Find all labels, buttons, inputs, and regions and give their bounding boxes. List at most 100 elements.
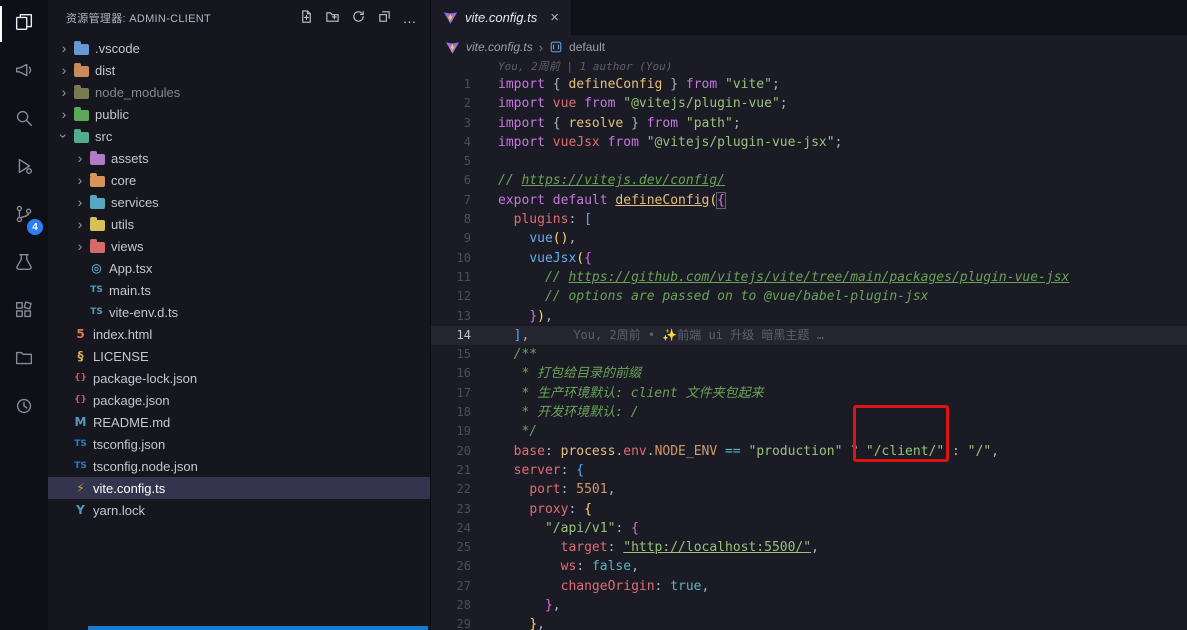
code-line-2[interactable]: 2import vue from "@vitejs/plugin-vue"; xyxy=(431,94,1187,113)
activity-search-button[interactable] xyxy=(0,96,48,144)
tree-item-index-html[interactable]: 5index.html xyxy=(48,323,430,345)
more-actions-button[interactable]: … xyxy=(400,8,420,28)
tree-item-vite-env-d-ts[interactable]: TSvite-env.d.ts xyxy=(48,301,430,323)
tree-item-assets[interactable]: ›assets xyxy=(48,147,430,169)
tree-item-tsconfig-json[interactable]: TStsconfig.json xyxy=(48,433,430,455)
code-line-4[interactable]: 4import vueJsx from "@vitejs/plugin-vue-… xyxy=(431,133,1187,152)
new-file-button[interactable] xyxy=(296,8,316,28)
code-line-29[interactable]: 29 }, xyxy=(431,615,1187,630)
tree-item-package-json[interactable]: {}package.json xyxy=(48,389,430,411)
code-line-10[interactable]: 10 vueJsx({ xyxy=(431,249,1187,268)
code-line-22[interactable]: 22 port: 5501, xyxy=(431,480,1187,499)
line-number[interactable]: 27 xyxy=(431,577,489,596)
tree-item-tsconfig-node-json[interactable]: TStsconfig.node.json xyxy=(48,455,430,477)
close-icon[interactable]: × xyxy=(550,10,559,25)
code-line-11[interactable]: 11 // https://github.com/vitejs/vite/tre… xyxy=(431,268,1187,287)
line-content: port: 5501, xyxy=(489,480,615,499)
line-number[interactable]: 3 xyxy=(431,114,489,133)
code-line-13[interactable]: 13 }), xyxy=(431,307,1187,326)
activity-testing-button[interactable] xyxy=(0,240,48,288)
tree-item-dist[interactable]: ›dist xyxy=(48,59,430,81)
line-number[interactable]: 11 xyxy=(431,268,489,287)
tree-item-license[interactable]: §LICENSE xyxy=(48,345,430,367)
activity-run-debug-button[interactable] xyxy=(0,144,48,192)
line-number[interactable]: 15 xyxy=(431,345,489,364)
tree-item-package-lock-json[interactable]: {}package-lock.json xyxy=(48,367,430,389)
code-line-28[interactable]: 28 }, xyxy=(431,596,1187,615)
activity-announcement-button[interactable] xyxy=(0,48,48,96)
code-line-18[interactable]: 18 * 开发环境默认: / xyxy=(431,403,1187,422)
tree-item-utils[interactable]: ›utils xyxy=(48,213,430,235)
new-folder-button[interactable] xyxy=(322,8,342,28)
code-line-17[interactable]: 17 * 生产环境默认: client 文件夹包起来 xyxy=(431,384,1187,403)
folder-icon xyxy=(13,347,35,374)
code-line-25[interactable]: 25 target: "http://localhost:5500/", xyxy=(431,538,1187,557)
line-number[interactable]: 20 xyxy=(431,442,489,461)
line-number[interactable]: 9 xyxy=(431,229,489,248)
line-number[interactable]: 25 xyxy=(431,538,489,557)
line-number[interactable]: 24 xyxy=(431,519,489,538)
tree-item-src[interactable]: ›src xyxy=(48,125,430,147)
code-line-9[interactable]: 9 vue(), xyxy=(431,229,1187,248)
line-number[interactable]: 5 xyxy=(431,152,489,171)
breadcrumb-symbol[interactable]: default xyxy=(569,40,605,54)
line-number[interactable]: 16 xyxy=(431,364,489,383)
code-line-3[interactable]: 3import { resolve } from "path"; xyxy=(431,114,1187,133)
tree-item-yarn-lock[interactable]: Yyarn.lock xyxy=(48,499,430,521)
line-number[interactable]: 17 xyxy=(431,384,489,403)
tree-item-main-ts[interactable]: TSmain.ts xyxy=(48,279,430,301)
activity-folder-library-button[interactable] xyxy=(0,336,48,384)
code-line-26[interactable]: 26 ws: false, xyxy=(431,557,1187,576)
line-number[interactable]: 18 xyxy=(431,403,489,422)
line-number[interactable]: 22 xyxy=(431,480,489,499)
line-number[interactable]: 19 xyxy=(431,422,489,441)
tree-item-vite-config-ts[interactable]: ⚡vite.config.ts xyxy=(48,477,430,499)
code-line-12[interactable]: 12 // options are passed on to @vue/babe… xyxy=(431,287,1187,306)
code-line-27[interactable]: 27 changeOrigin: true, xyxy=(431,577,1187,596)
tree-item-services[interactable]: ›services xyxy=(48,191,430,213)
tree-item-views[interactable]: ›views xyxy=(48,235,430,257)
code-line-7[interactable]: 7export default defineConfig({ xyxy=(431,191,1187,210)
line-number[interactable]: 26 xyxy=(431,557,489,576)
refresh-button[interactable] xyxy=(348,8,368,28)
line-number[interactable]: 23 xyxy=(431,500,489,519)
tree-item--vscode[interactable]: ›.vscode xyxy=(48,37,430,59)
line-number[interactable]: 28 xyxy=(431,596,489,615)
tree-item-readme-md[interactable]: MREADME.md xyxy=(48,411,430,433)
activity-files-button[interactable] xyxy=(0,0,48,48)
code-line-6[interactable]: 6// https://vitejs.dev/config/ xyxy=(431,171,1187,190)
tab-vite-config-ts[interactable]: vite.config.ts × xyxy=(431,0,572,35)
code-line-5[interactable]: 5 xyxy=(431,152,1187,171)
activity-history-button[interactable] xyxy=(0,384,48,432)
activity-extensions-button[interactable] xyxy=(0,288,48,336)
tree-item-core[interactable]: ›core xyxy=(48,169,430,191)
line-number[interactable]: 14 xyxy=(431,326,489,345)
line-number[interactable]: 8 xyxy=(431,210,489,229)
code-line-14[interactable]: 14 ],You, 2周前 • ✨前端 ui 升级 暗黑主题 … xyxy=(431,326,1187,345)
tree-item-app-tsx[interactable]: ◎App.tsx xyxy=(48,257,430,279)
open-editors-button[interactable] xyxy=(374,8,394,28)
tree-item-public[interactable]: ›public xyxy=(48,103,430,125)
line-number[interactable]: 29 xyxy=(431,615,489,630)
tree-item-node-modules[interactable]: ›node_modules xyxy=(48,81,430,103)
code-line-20[interactable]: 20 base: process.env.NODE_ENV == "produc… xyxy=(431,442,1187,461)
line-number[interactable]: 10 xyxy=(431,249,489,268)
code-line-24[interactable]: 24 "/api/v1": { xyxy=(431,519,1187,538)
code-line-21[interactable]: 21 server: { xyxy=(431,461,1187,480)
line-number[interactable]: 13 xyxy=(431,307,489,326)
code-line-8[interactable]: 8 plugins: [ xyxy=(431,210,1187,229)
breadcrumb-file[interactable]: vite.config.ts xyxy=(466,40,533,54)
code-line-15[interactable]: 15 /** xyxy=(431,345,1187,364)
code-line-1[interactable]: 1import { defineConfig } from "vite"; xyxy=(431,75,1187,94)
line-number[interactable]: 2 xyxy=(431,94,489,113)
line-number[interactable]: 12 xyxy=(431,287,489,306)
line-number[interactable]: 1 xyxy=(431,75,489,94)
line-number[interactable]: 4 xyxy=(431,133,489,152)
line-number[interactable]: 7 xyxy=(431,191,489,210)
code-line-19[interactable]: 19 */ xyxy=(431,422,1187,441)
code-line-23[interactable]: 23 proxy: { xyxy=(431,500,1187,519)
code-line-16[interactable]: 16 * 打包给目录的前缀 xyxy=(431,364,1187,383)
activity-source-control-button[interactable]: 4 xyxy=(0,192,48,240)
line-number[interactable]: 21 xyxy=(431,461,489,480)
line-number[interactable]: 6 xyxy=(431,171,489,190)
